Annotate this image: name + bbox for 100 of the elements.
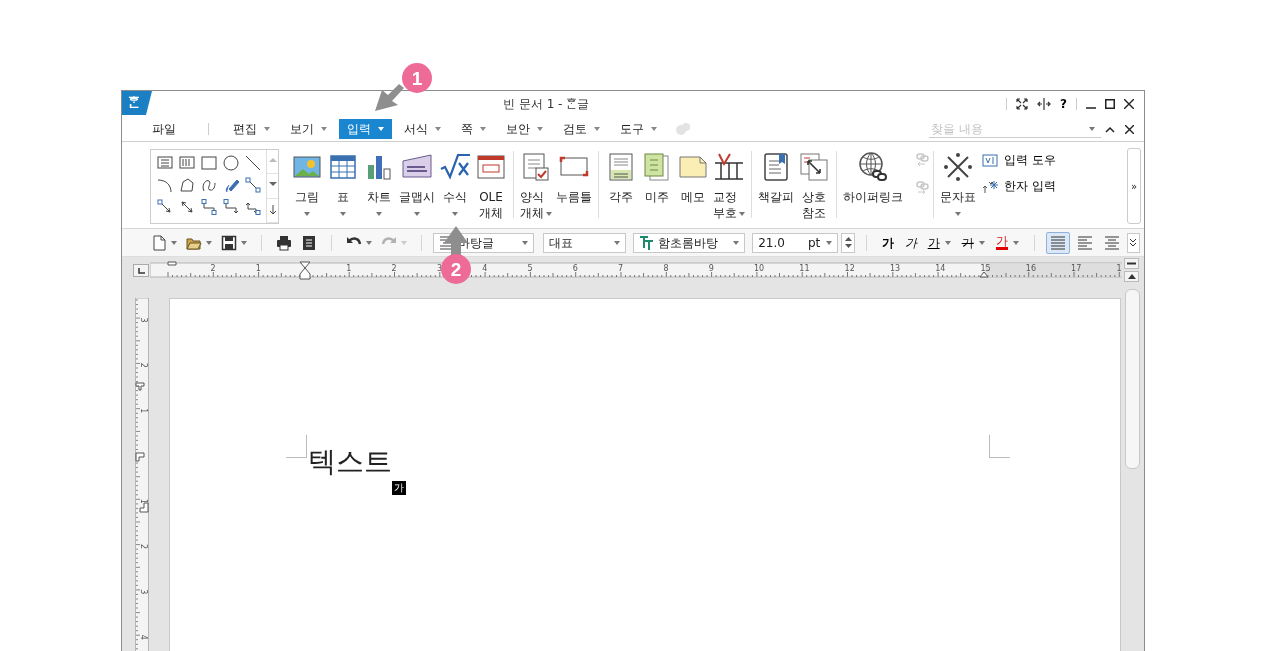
maximize-icon[interactable] [1105, 99, 1115, 109]
ruler-number: 10 [754, 264, 765, 273]
caret-icon [414, 212, 420, 216]
spin-up-icon [844, 237, 852, 241]
step-number-badge: 1 [402, 63, 432, 93]
ellipse-icon[interactable] [223, 155, 239, 171]
ribbon-button[interactable]: 수식 [437, 151, 473, 224]
ruler-number: 1 [255, 264, 261, 273]
dropdown-field[interactable]: 대표 [543, 232, 627, 253]
vertical-text-box-icon[interactable] [179, 155, 195, 171]
search-field[interactable]: 찾을 내용 [929, 120, 1101, 138]
format-button[interactable]: 가 [923, 231, 955, 254]
ribbon-small-button[interactable]: 입력 도우 [982, 151, 1056, 169]
format-button[interactable]: 가 [957, 231, 989, 254]
ribbon-button[interactable]: 하이퍼링크 [841, 151, 905, 205]
fullscreen-icon[interactable] [1016, 98, 1029, 110]
ribbon-button[interactable]: 표 [325, 151, 361, 224]
indent-marker[interactable] [299, 261, 311, 280]
ribbon-expand-button[interactable]: » [1127, 148, 1141, 224]
caret-icon [206, 240, 212, 245]
ruler-number: 16 [1025, 264, 1036, 273]
caret-icon [171, 240, 177, 245]
menu-tab[interactable]: 검토 [555, 119, 608, 139]
font-size-field[interactable]: 21.0 pt [752, 232, 839, 253]
tab-stop-icon [138, 267, 145, 274]
chevron-up-icon[interactable] [1105, 125, 1115, 133]
indent-marker[interactable] [167, 261, 177, 266]
form-checkbox-icon [520, 151, 552, 181]
app-logo: ᄒᆞᆫ [122, 91, 152, 115]
help-button[interactable]: ? [1060, 95, 1067, 113]
menu-tab[interactable]: 보기 [282, 119, 335, 139]
toolbar-expand-button[interactable] [1126, 232, 1141, 253]
new-document-icon [151, 234, 167, 251]
right-indent-marker[interactable] [979, 271, 989, 278]
ribbon-button[interactable]: 글맵시 [397, 151, 437, 224]
margin-marker[interactable] [135, 452, 145, 462]
format-button[interactable]: 가 [991, 233, 1023, 252]
ribbon-button[interactable]: 교정 부호 [711, 151, 747, 221]
connector-double-arrow-icon[interactable] [179, 199, 195, 215]
spinner[interactable] [841, 232, 855, 253]
caret-icon [365, 240, 372, 245]
caret-icon [594, 127, 600, 131]
ribbon-button[interactable]: 문자표 [938, 151, 978, 224]
ribbon-button[interactable]: 상호 참조 [796, 151, 832, 221]
polygon-icon[interactable] [179, 177, 195, 193]
scrollbar-thumb[interactable] [1125, 289, 1140, 469]
connector-arrow-icon[interactable] [157, 199, 173, 215]
step-number-badge: 2 [441, 254, 471, 284]
align-button[interactable] [1045, 231, 1070, 254]
ruler-number: 17 [1071, 264, 1082, 273]
ribbon-button[interactable]: 책갈피 [756, 151, 796, 205]
ribbon-button[interactable]: OLE 개체 [473, 151, 509, 221]
caret-icon [376, 212, 382, 216]
close-icon[interactable] [1125, 124, 1134, 134]
ribbon-button[interactable]: 메모 [675, 151, 711, 205]
format-button[interactable]: 가 [900, 231, 921, 254]
ribbon-button[interactable]: 누름틀 [554, 151, 594, 205]
tab-type-button[interactable] [133, 263, 149, 277]
menu-tab[interactable]: 쪽 [453, 119, 494, 139]
collapse-button[interactable] [1124, 258, 1139, 269]
caret-icon [435, 127, 441, 131]
expand-gallery-icon[interactable] [268, 205, 277, 216]
curve-icon[interactable] [201, 177, 217, 193]
line-icon[interactable] [245, 155, 261, 171]
menu-tab[interactable]: 보안 [498, 119, 551, 139]
ribbon-button[interactable]: 그림 [289, 151, 325, 224]
ribbon-button[interactable]: 미주 [639, 151, 675, 205]
arc-icon[interactable] [157, 177, 173, 193]
margin-marker[interactable] [135, 382, 145, 391]
ribbon-button[interactable]: 차트 [361, 151, 397, 224]
menu-tab[interactable]: 파일 [144, 119, 184, 139]
ruler-number: 3 [139, 589, 148, 595]
align-left-icon [1076, 234, 1093, 251]
caret-icon [241, 240, 247, 245]
connector-line-icon[interactable] [245, 177, 261, 193]
split-arrows-icon[interactable] [1037, 98, 1052, 110]
align-justify-icon [1049, 234, 1066, 251]
ribbon-button[interactable]: 각주 [603, 151, 639, 205]
format-button[interactable]: 가 [877, 231, 898, 254]
vertical-ruler[interactable]: 3 2 1 1 2 3 4 [135, 298, 150, 651]
dropdown-field[interactable]: 함초롬바탕 [633, 232, 746, 253]
pen-icon[interactable] [223, 177, 239, 193]
text-box-icon[interactable] [157, 155, 173, 171]
menu-tab[interactable]: 편집 [225, 119, 278, 139]
elbow-connector-icon[interactable] [201, 199, 217, 215]
close-icon[interactable] [1124, 99, 1134, 109]
margin-marker[interactable] [139, 502, 149, 513]
menu-tab[interactable]: 도구 [612, 119, 665, 139]
elbow-arrow-connector-icon[interactable] [223, 199, 239, 215]
scroll-up-button[interactable] [1124, 271, 1139, 282]
rectangle-icon[interactable] [201, 155, 217, 171]
asterisk-icon [942, 151, 974, 181]
ribbon-small-button[interactable]: 한자 입력 [982, 177, 1056, 195]
ruler-number: 7 [618, 264, 624, 273]
menu-tab[interactable]: 서식 [396, 119, 449, 139]
menu-tab[interactable]: 입력 [339, 119, 392, 139]
word-art-icon [401, 151, 433, 181]
square-root-icon [439, 151, 471, 181]
ruler-number: 1 [1116, 264, 1122, 273]
ribbon-button[interactable]: 양식 개체 [518, 151, 554, 221]
